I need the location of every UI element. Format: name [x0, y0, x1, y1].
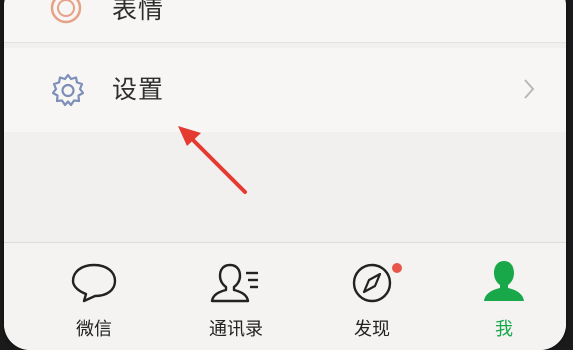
tab-contacts-label: 通讯录 [209, 319, 263, 340]
settings-label: 设置 [112, 75, 165, 104]
tab-chats[interactable]: 微信 [34, 243, 154, 350]
contacts-icon [208, 259, 264, 309]
stickers-label: 表情 [112, 0, 165, 24]
bottom-tab-bar: 微信 通讯录 发现 我 [4, 242, 566, 350]
menu-item-settings[interactable]: 设置 [4, 48, 566, 132]
tab-discover-label: 发现 [354, 319, 390, 340]
gear-icon [48, 70, 88, 114]
person-icon [480, 259, 528, 309]
compass-icon [348, 259, 396, 311]
chevron-right-icon [522, 78, 536, 104]
phone-screen: 表情 设置 微信 通讯录 发现 我 [4, 0, 566, 350]
menu-item-stickers[interactable]: 表情 [4, 0, 566, 43]
tab-me-label: 我 [495, 319, 513, 340]
chat-bubble-icon [68, 259, 120, 309]
tab-me[interactable]: 我 [444, 243, 564, 350]
tab-contacts[interactable]: 通讯录 [176, 243, 296, 350]
badge-dot [392, 263, 402, 273]
background-gap [4, 132, 566, 232]
tab-chats-label: 微信 [76, 319, 112, 340]
tab-discover[interactable]: 发现 [312, 243, 432, 350]
stickers-icon [46, 0, 86, 32]
